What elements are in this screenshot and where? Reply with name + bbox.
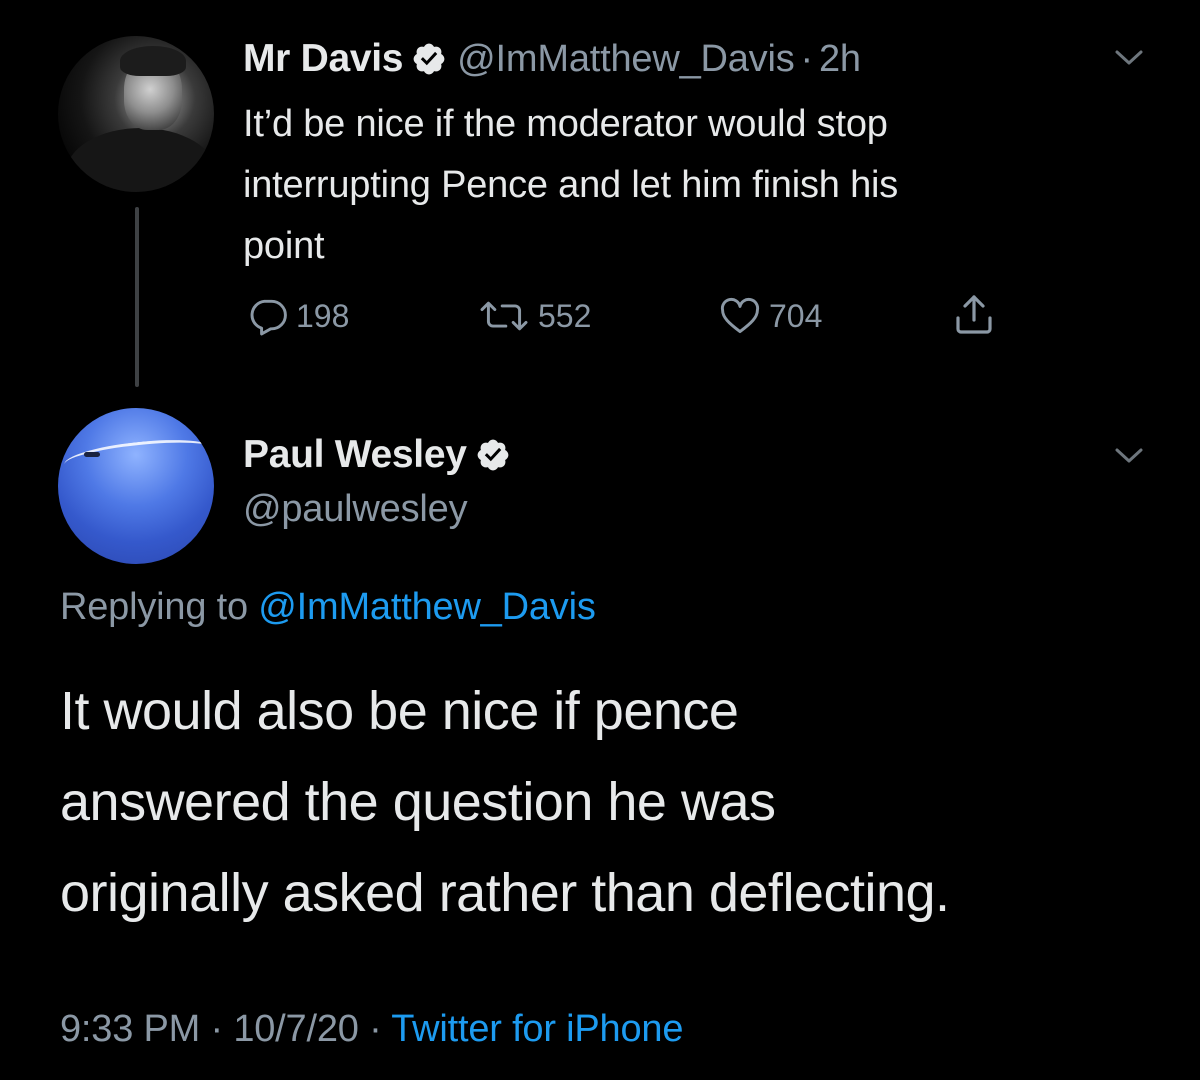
reply-display-name[interactable]: Paul Wesley xyxy=(243,433,467,477)
retweet-button[interactable]: 552 xyxy=(476,294,591,338)
reply-count: 198 xyxy=(296,297,350,334)
parent-display-name[interactable]: Mr Davis xyxy=(243,37,403,81)
tweet-time[interactable]: 9:33 PM xyxy=(60,1008,200,1050)
parent-text-line: interrupting Pence and let him finish hi… xyxy=(243,164,899,206)
chevron-down-icon[interactable] xyxy=(1114,48,1144,68)
avatar-paul-wesley[interactable] xyxy=(58,408,214,564)
verified-badge-icon xyxy=(475,437,511,473)
share-button[interactable] xyxy=(950,290,1004,338)
replying-to-handle-link[interactable]: @ImMatthew_Davis xyxy=(258,586,596,628)
avatar-photo-hair xyxy=(120,46,186,76)
reply-tweet-text: It would also be nice if pence answered … xyxy=(60,666,1170,939)
parent-tweet-header: Mr Davis @ImMatthew_Davis · 2h xyxy=(243,34,861,84)
reply-text-line: answered the question he was xyxy=(60,772,776,832)
like-button[interactable]: 704 xyxy=(717,294,822,338)
footer-separator: · xyxy=(210,1008,223,1050)
parent-text-line: point xyxy=(243,225,325,267)
reply-text-line: originally asked rather than deflecting. xyxy=(60,863,950,923)
replying-to-prefix: Replying to xyxy=(60,586,248,628)
retweet-count: 552 xyxy=(538,297,592,334)
share-icon xyxy=(956,295,992,334)
parent-handle[interactable]: @ImMatthew_Davis xyxy=(457,38,795,81)
parent-tweet-text: It’d be nice if the moderator would stop… xyxy=(243,94,1143,277)
replying-to-line: Replying to @ImMatthew_Davis xyxy=(60,586,596,629)
avatar-mr-davis[interactable] xyxy=(58,36,214,192)
avatar-photo-figure xyxy=(84,452,100,457)
parent-text-line: It’d be nice if the moderator would stop xyxy=(243,103,888,145)
verified-badge-icon xyxy=(411,41,447,77)
retweet-icon xyxy=(480,301,528,331)
parent-timestamp[interactable]: 2h xyxy=(819,38,861,81)
thread-connector-line xyxy=(135,207,139,387)
header-separator: · xyxy=(800,37,814,80)
reply-text-line: It would also be nice if pence xyxy=(60,681,739,741)
tweet-metadata-footer: 9:33 PM · 10/7/20 · Twitter for iPhone xyxy=(60,1008,683,1051)
footer-separator: · xyxy=(369,1008,382,1050)
tweet-source-link[interactable]: Twitter for iPhone xyxy=(391,1008,683,1050)
reply-tweet-header: Paul Wesley xyxy=(243,430,521,480)
chevron-down-icon[interactable] xyxy=(1114,446,1144,466)
like-count: 704 xyxy=(769,297,823,334)
heart-icon xyxy=(720,297,760,334)
reply-bubble-icon xyxy=(250,299,287,336)
tweet-date[interactable]: 10/7/20 xyxy=(233,1008,359,1050)
reply-button[interactable]: 198 xyxy=(246,294,349,338)
reply-handle[interactable]: @paulwesley xyxy=(243,488,468,531)
avatar-photo-shoulders xyxy=(66,128,214,192)
